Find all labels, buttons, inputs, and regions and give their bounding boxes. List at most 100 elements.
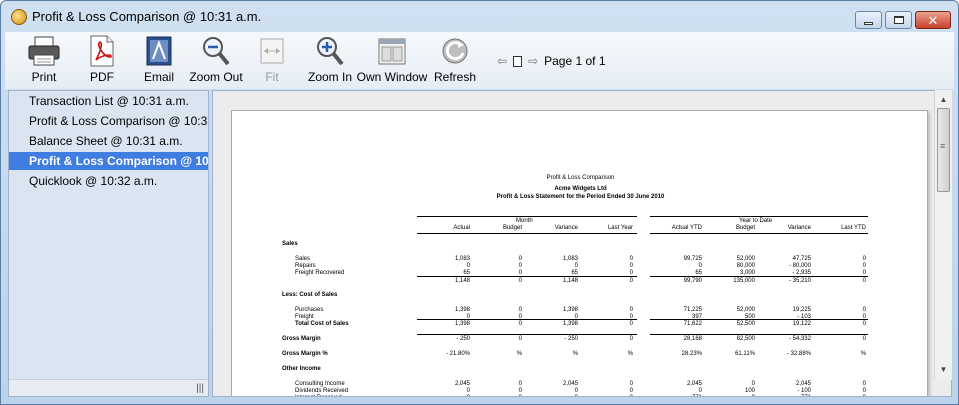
title-bar[interactable]: Profit & Loss Comparison @ 10:31 a.m. ✕ [1, 1, 958, 32]
minimize-button[interactable] [855, 11, 882, 29]
row-value: - 80,000 [788, 263, 811, 269]
zoom-in-label: Zoom In [307, 70, 352, 84]
printer-icon [28, 36, 60, 66]
vertical-scrollbar[interactable]: ▲ ▼ [934, 90, 952, 380]
subtotal-rule [417, 334, 637, 335]
page-icon [513, 55, 523, 67]
row-value: 2,045 [686, 381, 702, 387]
row-value: 0 [518, 321, 522, 327]
row-value: 0 [574, 388, 578, 394]
month-group-rule [417, 216, 637, 217]
report-history-list: Transaction List @ 10:31 a.m. Profit & Lo… [8, 90, 209, 397]
row-label: Other Income [282, 366, 321, 372]
row-value: 52,000 [736, 256, 755, 262]
maximize-button[interactable] [885, 11, 912, 29]
row-value: 19,122 [792, 321, 811, 327]
sidebar-item[interactable]: Profit & Loss Comparison @ 10... [9, 152, 208, 170]
previous-page-icon[interactable]: ⇦ [497, 54, 507, 68]
close-button[interactable]: ✕ [915, 11, 951, 29]
report-page: Profit & Loss Comparison Acme Widgets Lt… [231, 110, 928, 396]
row-value: 1,398 [562, 307, 578, 313]
fit-label: Fit [265, 70, 279, 84]
row-value: 99,725 [683, 256, 702, 262]
sidebar-item[interactable]: Balance Sheet @ 10:31 a.m. [9, 132, 208, 150]
resize-grip-icon[interactable]: ||| [196, 383, 204, 394]
scroll-down-icon[interactable]: ▼ [935, 362, 952, 378]
close-icon: ✕ [927, 12, 939, 28]
scroll-up-icon[interactable]: ▲ [935, 92, 952, 108]
column-header: Last YTD [841, 225, 866, 231]
window-title: Profit & Loss Comparison @ 10:31 a.m. [32, 9, 262, 24]
zoom-in-icon [317, 37, 344, 66]
toolbar: Print PDF Email Zoom Out Fit Zoom In Own… [5, 32, 954, 89]
column-header: Actual [453, 225, 470, 231]
row-value: 1,083 [562, 256, 578, 262]
sidebar-item[interactable]: Quicklook @ 10:32 a.m. [9, 172, 208, 190]
row-value: 1,148 [454, 278, 470, 284]
row-value: 0 [862, 256, 866, 262]
print-button[interactable]: Print [25, 35, 63, 87]
next-page-icon[interactable]: ⇨ [528, 54, 538, 68]
subtotal-rule [650, 319, 868, 320]
row-value: - 100 [797, 388, 811, 394]
row-value: - 32.88% [786, 351, 811, 357]
row-value: 0 [573, 395, 633, 396]
row-value: 0 [751, 381, 755, 387]
row-value: 2,045 [795, 381, 811, 387]
row-value: % [516, 351, 522, 357]
app-icon [11, 9, 27, 25]
row-value: 0 [518, 395, 578, 396]
email-button[interactable]: Email [142, 35, 176, 87]
row-value: 28,168 [683, 336, 702, 342]
column-header: Last Year [607, 225, 633, 231]
fit-button[interactable]: Fit [255, 35, 289, 87]
app-window: Profit & Loss Comparison @ 10:31 a.m. ✕ … [0, 0, 959, 405]
row-value: 19,225 [792, 307, 811, 313]
row-value: 0 [518, 278, 522, 284]
row-value: 771 [642, 395, 702, 396]
zoom-out-label: Zoom Out [189, 70, 243, 84]
row-value: 0 [466, 263, 470, 269]
zoom-out-icon [203, 37, 230, 66]
row-value: 0 [806, 395, 866, 396]
report-viewer[interactable]: Profit & Loss Comparison Acme Widgets Lt… [212, 90, 952, 397]
month-group-header: Month [516, 218, 533, 224]
refresh-label: Refresh [433, 70, 477, 84]
row-value: 0 [862, 381, 866, 387]
row-value: 0 [862, 307, 866, 313]
sidebar-item[interactable]: Profit & Loss Comparison @ 10:31... [9, 112, 208, 130]
row-value: 1,148 [562, 278, 578, 284]
row-value: 0 [629, 307, 633, 313]
column-header: Budget [735, 225, 755, 231]
zoom-in-button[interactable]: Zoom In [307, 35, 353, 87]
subtotal-rule [650, 276, 868, 277]
row-value: 1,398 [454, 307, 470, 313]
row-value: 0 [862, 263, 866, 269]
row-value: 0 [698, 388, 702, 394]
row-value: 0 [629, 263, 633, 269]
row-value: 1,083 [454, 256, 470, 262]
window-icon [378, 38, 406, 65]
row-value: 0 [629, 388, 633, 394]
refresh-button[interactable]: Refresh [432, 35, 478, 87]
row-value: 52,500 [736, 321, 755, 327]
row-value: 0 [629, 321, 633, 327]
row-label: Gross Margin % [282, 351, 328, 357]
row-value: 0 [518, 381, 522, 387]
scroll-thumb[interactable] [937, 108, 950, 192]
zoom-out-button[interactable]: Zoom Out [189, 35, 243, 87]
subtotal-rule [417, 276, 637, 277]
row-value: 0 [518, 307, 522, 313]
print-label: Print [31, 70, 57, 84]
row-value: 0 [698, 263, 702, 269]
row-value: 0 [518, 256, 522, 262]
sidebar-scrollbar[interactable]: ||| [9, 379, 208, 396]
email-label: Email [143, 70, 174, 84]
pdf-label: PDF [90, 70, 114, 84]
pdf-button[interactable]: PDF [85, 35, 119, 87]
row-value: 0 [629, 381, 633, 387]
minimize-icon [864, 21, 873, 25]
own-window-button[interactable]: Own Window [357, 35, 427, 87]
sidebar-item[interactable]: Transaction List @ 10:31 a.m. [9, 92, 208, 110]
column-header: Actual YTD [671, 225, 702, 231]
